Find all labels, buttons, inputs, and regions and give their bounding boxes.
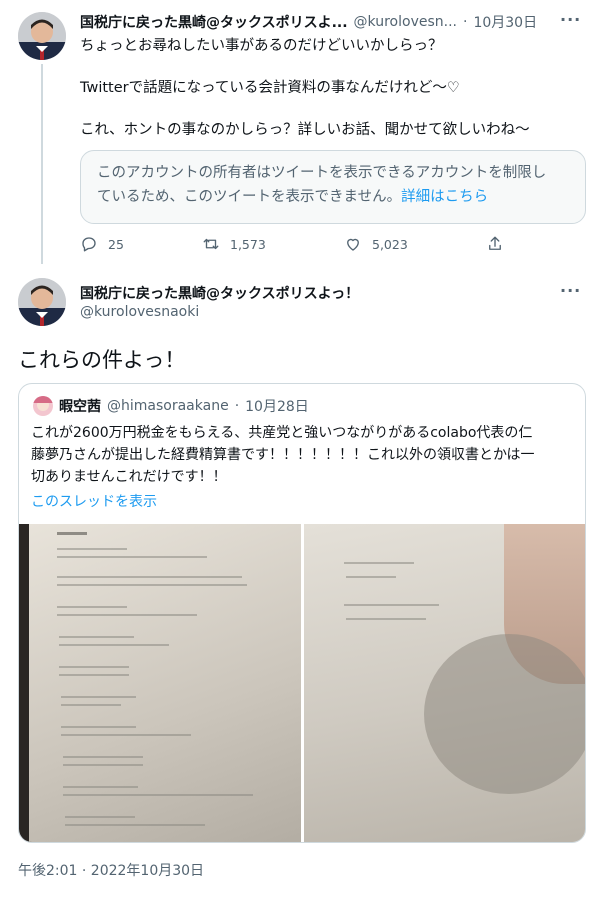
retweet-icon	[203, 238, 219, 250]
reply-header: 国税庁に戻った黒崎@タックスポリスよ... @kurolovesn... · 1…	[80, 12, 537, 32]
tweet-text-line: これ、ホントの事なのかしらっ？詳しいお話、聞かせて欲しいわね〜	[80, 122, 530, 138]
quoted-text-line: 切ありませんこれだけです！！	[31, 469, 227, 485]
reply-button[interactable]: 25	[80, 235, 124, 253]
tweet-timestamp[interactable]: 午後2:01 · 2022年10月30日	[18, 860, 204, 880]
tweet-text-line: Twitterで話題になっている会計資料の事なんだけれど〜♡	[80, 80, 460, 96]
display-name[interactable]: 国税庁に戻った黒崎@タックスポリスよっ！	[80, 283, 359, 303]
quoted-handle: @himasoraakane	[107, 398, 229, 414]
notice-text: このアカウントの所有者はツイートを表示できるアカウントを制限し	[97, 165, 547, 181]
quoted-header: 暇空茜 @himasoraakane · 10月28日	[33, 396, 309, 416]
avatar[interactable]	[18, 278, 66, 326]
separator: ·	[462, 14, 468, 30]
restricted-tweet-notice: このアカウントの所有者はツイートを表示できるアカウントを制限し ているため、この…	[80, 150, 586, 224]
learn-more-link[interactable]: 詳細はこちら	[401, 189, 488, 205]
more-icon[interactable]: ···	[560, 10, 581, 29]
receipt-photo-right[interactable]	[304, 524, 585, 842]
separator: ·	[234, 398, 240, 414]
quoted-text-line: 藤夢乃さんが提出した経費精算書です！！！！！！！これ以外の領収書とかは一	[31, 447, 535, 463]
reply-icon	[82, 237, 96, 252]
like-button[interactable]: 5,023	[344, 235, 408, 253]
quoted-display-name: 暇空茜	[59, 399, 101, 415]
like-count: 5,023	[372, 236, 408, 252]
like-icon	[347, 238, 359, 251]
tweet-text-line: ちょっとお尋ねしたい事があるのだけどいいかしらっ？	[80, 38, 443, 54]
tweet-date[interactable]: 10月30日	[473, 12, 537, 32]
share-icon	[489, 236, 501, 250]
receipt-photo-left[interactable]	[19, 524, 301, 842]
share-button[interactable]	[486, 235, 504, 253]
notice-text: ているため、このツイートを表示できません。	[97, 189, 402, 205]
reply-count: 25	[108, 236, 124, 252]
avatar[interactable]	[18, 12, 66, 60]
quoted-tweet[interactable]: 暇空茜 @himasoraakane · 10月28日 これが2600万円税金を…	[18, 383, 586, 843]
quoted-avatar	[33, 396, 53, 416]
retweet-count: 1,573	[230, 236, 266, 252]
quoted-date: 10月28日	[245, 399, 309, 415]
user-handle[interactable]: @kurolovesnaoki	[80, 304, 199, 320]
user-handle[interactable]: @kurolovesn...	[354, 14, 457, 30]
quoted-text-line: これが2600万円税金をもらえる、共産党と強いつながりがあるcolabo代表の仁	[31, 425, 533, 441]
more-icon[interactable]: ···	[560, 281, 581, 300]
main-tweet-text: これらの件よっ！	[18, 348, 186, 372]
display-name[interactable]: 国税庁に戻った黒崎@タックスポリスよ...	[80, 12, 348, 32]
thread-connector	[41, 64, 43, 264]
retweet-button[interactable]: 1,573	[202, 235, 266, 253]
show-thread-link[interactable]: このスレッドを表示	[31, 491, 157, 511]
